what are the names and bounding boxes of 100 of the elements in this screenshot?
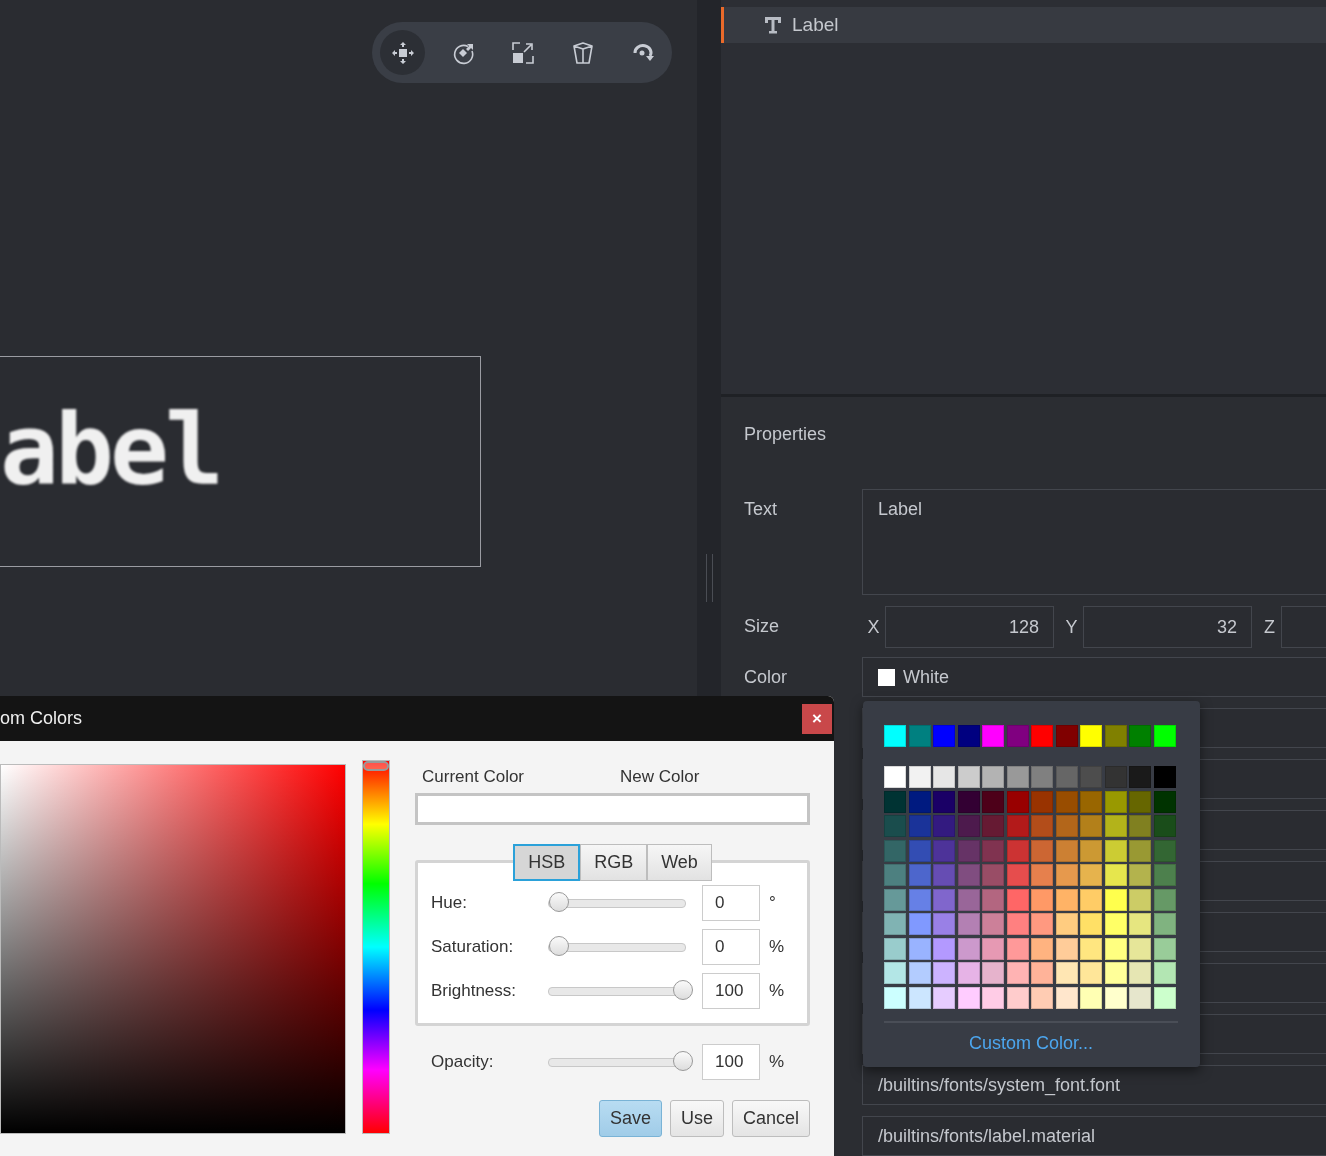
color-swatch[interactable] — [1080, 864, 1102, 886]
color-swatch[interactable] — [1153, 790, 1176, 813]
splitter-handle[interactable] — [705, 554, 713, 602]
color-swatch[interactable] — [1104, 937, 1127, 960]
color-swatch[interactable] — [1104, 864, 1127, 886]
dialog-button[interactable]: Use — [669, 1100, 724, 1137]
color-swatch[interactable] — [957, 815, 980, 837]
color-swatch[interactable] — [1129, 937, 1151, 960]
color-swatch[interactable] — [1055, 986, 1078, 1009]
color-swatch[interactable] — [884, 864, 906, 886]
tool-button[interactable] — [380, 30, 425, 75]
color-swatch[interactable] — [957, 839, 980, 862]
color-swatch[interactable] — [957, 725, 980, 747]
value-field[interactable]: 0 — [702, 929, 760, 965]
color-swatch[interactable] — [933, 937, 955, 960]
color-swatch[interactable] — [1129, 725, 1151, 747]
color-swatch[interactable] — [884, 888, 906, 911]
color-swatch[interactable] — [1080, 962, 1102, 984]
color-swatch[interactable] — [1055, 962, 1078, 984]
color-swatch[interactable] — [1031, 790, 1053, 813]
number-field[interactable]: 128 — [885, 606, 1054, 648]
color-swatch[interactable] — [1129, 766, 1151, 788]
dialog-button[interactable]: Cancel — [731, 1100, 810, 1137]
color-swatch[interactable] — [957, 962, 980, 984]
color-swatch[interactable] — [933, 962, 955, 984]
color-swatch[interactable] — [982, 962, 1004, 984]
color-swatch[interactable] — [1006, 725, 1029, 747]
color-swatch[interactable] — [884, 986, 906, 1009]
mode-tab[interactable]: HSB — [513, 844, 581, 881]
color-swatch[interactable] — [1055, 815, 1078, 837]
color-swatch[interactable] — [982, 937, 1004, 960]
color-swatch[interactable] — [1055, 937, 1078, 960]
color-swatch[interactable] — [1153, 888, 1176, 911]
outline-item[interactable]: Label — [721, 7, 1326, 43]
color-swatch[interactable] — [908, 790, 931, 813]
color-swatch[interactable] — [957, 766, 980, 788]
color-swatch[interactable] — [957, 986, 980, 1009]
color-swatch[interactable] — [982, 839, 1004, 862]
close-button[interactable]: × — [802, 703, 832, 734]
color-swatch[interactable] — [1031, 864, 1053, 886]
color-swatch[interactable] — [1104, 839, 1127, 862]
color-swatch[interactable] — [1129, 913, 1151, 935]
color-swatch[interactable] — [1006, 937, 1029, 960]
color-swatch[interactable] — [1129, 962, 1151, 984]
color-swatch[interactable] — [1104, 913, 1127, 935]
color-swatch[interactable] — [884, 913, 906, 935]
resource-field[interactable]: /builtins/fonts/label.material — [862, 1116, 1326, 1156]
color-swatch[interactable] — [982, 864, 1004, 886]
color-swatch[interactable] — [908, 962, 931, 984]
slider-thumb[interactable] — [673, 979, 693, 1000]
color-swatch[interactable] — [957, 888, 980, 911]
color-swatch[interactable] — [1153, 937, 1176, 960]
color-swatch[interactable] — [884, 839, 906, 862]
color-swatch[interactable] — [982, 888, 1004, 911]
hue-thumb[interactable] — [363, 761, 389, 771]
color-swatch[interactable] — [933, 986, 955, 1009]
text-field[interactable]: Label — [862, 489, 1326, 595]
color-swatch[interactable] — [1080, 913, 1102, 935]
dialog-button[interactable]: Save — [598, 1100, 662, 1137]
color-swatch[interactable] — [933, 913, 955, 935]
color-swatch[interactable] — [982, 815, 1004, 837]
color-swatch[interactable] — [1031, 986, 1053, 1009]
color-swatch[interactable] — [957, 913, 980, 935]
color-swatch[interactable] — [1153, 839, 1176, 862]
color-swatch[interactable] — [1129, 790, 1151, 813]
color-swatch[interactable] — [1055, 913, 1078, 935]
color-swatch[interactable] — [1104, 815, 1127, 837]
color-swatch[interactable] — [908, 937, 931, 960]
color-swatch[interactable] — [884, 937, 906, 960]
color-swatch[interactable] — [1055, 725, 1078, 747]
color-swatch[interactable] — [1104, 962, 1127, 984]
color-swatch[interactable] — [884, 725, 906, 747]
color-swatch[interactable] — [1006, 766, 1029, 788]
color-swatch[interactable] — [908, 815, 931, 837]
mode-tab[interactable]: RGB — [580, 844, 648, 881]
color-swatch[interactable] — [1080, 986, 1102, 1009]
color-swatch[interactable] — [1031, 913, 1053, 935]
color-swatch[interactable] — [982, 913, 1004, 935]
color-swatch[interactable] — [1153, 986, 1176, 1009]
color-swatch[interactable] — [884, 766, 906, 788]
value-field[interactable]: 100 — [702, 1044, 760, 1080]
color-swatch[interactable] — [982, 790, 1004, 813]
color-swatch[interactable] — [1031, 839, 1053, 862]
color-swatch[interactable] — [1129, 839, 1151, 862]
color-swatch[interactable] — [1006, 815, 1029, 837]
value-field[interactable]: 0 — [702, 885, 760, 921]
color-swatch[interactable] — [933, 839, 955, 862]
color-swatch[interactable] — [1006, 864, 1029, 886]
color-swatch[interactable] — [933, 790, 955, 813]
color-swatch[interactable] — [982, 725, 1004, 747]
color-swatch[interactable] — [1104, 888, 1127, 911]
color-swatch[interactable] — [1104, 986, 1127, 1009]
color-swatch[interactable] — [1153, 725, 1176, 747]
color-swatch[interactable] — [1031, 766, 1053, 788]
color-swatch[interactable] — [1153, 766, 1176, 788]
color-swatch[interactable] — [908, 864, 931, 886]
saturation-brightness-picker[interactable] — [0, 764, 346, 1134]
color-swatch[interactable] — [957, 864, 980, 886]
color-swatch[interactable] — [1006, 913, 1029, 935]
slider-thumb[interactable] — [549, 891, 569, 912]
